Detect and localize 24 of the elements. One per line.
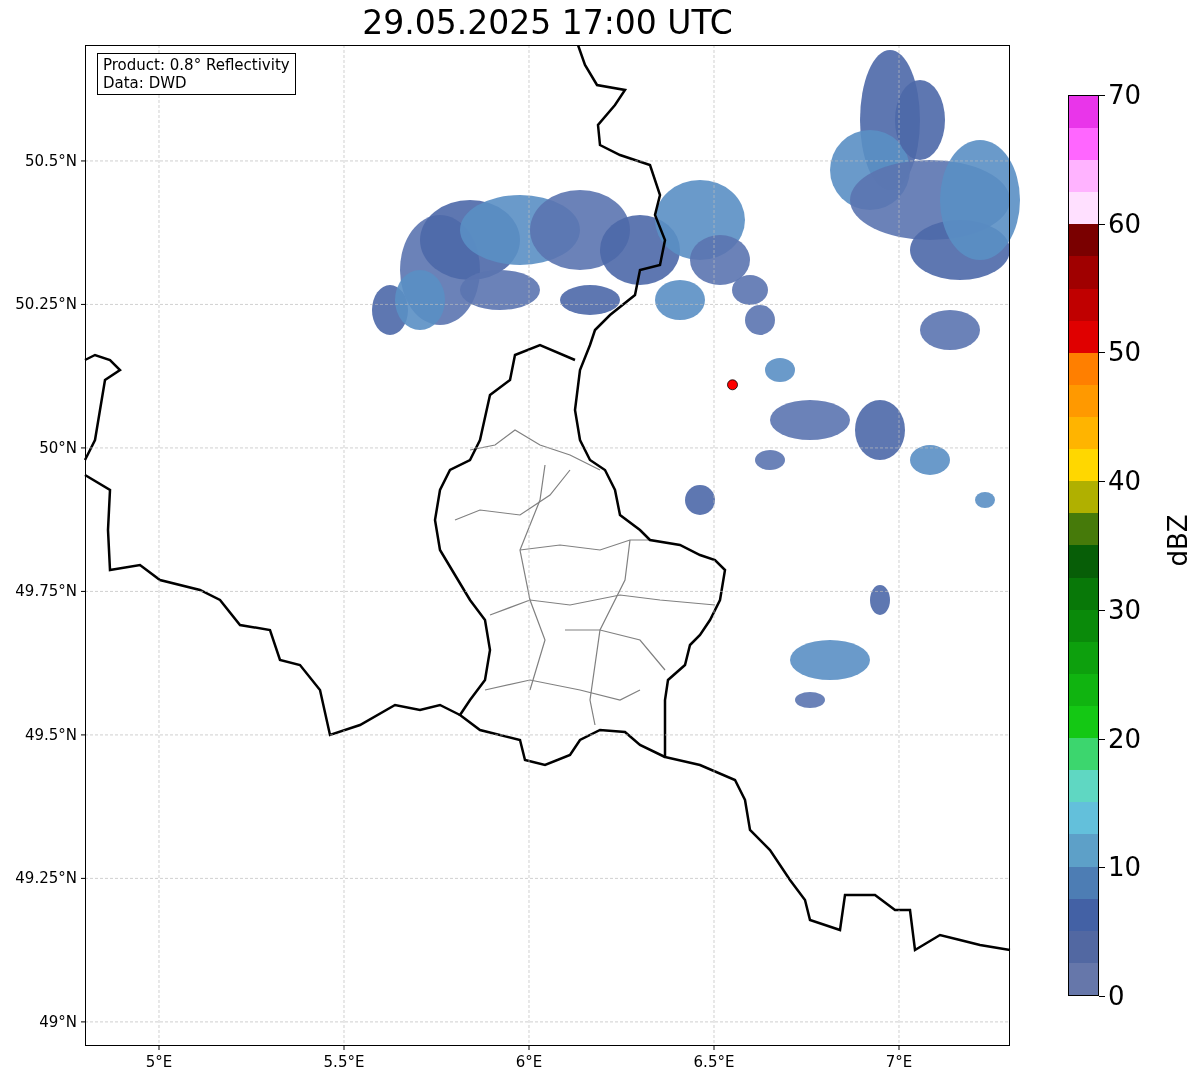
x-tick-label: 6°E [515, 1053, 543, 1071]
x-tick-label: 5.5°E [323, 1053, 365, 1071]
colorbar-tick-label: 50 [1108, 337, 1142, 368]
colorbar-tick-label: 60 [1108, 208, 1142, 239]
x-tick-label: 7°E [885, 1053, 913, 1071]
info-text: Data: DWD [103, 74, 188, 92]
y-tick-label: 50°N [39, 438, 77, 457]
y-tick-label: 49.25°N [15, 869, 77, 888]
colorbar-tick-label: 40 [1108, 466, 1142, 497]
colorbar-tick-label: 10 [1108, 852, 1142, 883]
y-tick-label: 49°N [39, 1012, 77, 1031]
colorbar-label: dBZ [1161, 513, 1194, 567]
colorbar-tick-label: 70 [1108, 80, 1142, 110]
x-tick-label: 5°E [145, 1053, 173, 1071]
y-tick-label: 50.25°N [15, 295, 77, 314]
y-tick-label: 50.5°N [24, 151, 77, 170]
chart-title: 29.05.2025 17:00 UTC [362, 3, 733, 44]
colorbar-tick-label: 30 [1108, 594, 1142, 625]
y-tick-label: 49.5°N [24, 725, 77, 744]
x-tick-label: 6.5°E [693, 1053, 735, 1071]
colorbar-tick-label: 0 [1108, 981, 1125, 1011]
colorbar-tick-label: 20 [1108, 723, 1142, 754]
info-text: Product: 0.8° Reflectivity [103, 56, 290, 74]
y-tick-label: 49.75°N [15, 582, 77, 601]
